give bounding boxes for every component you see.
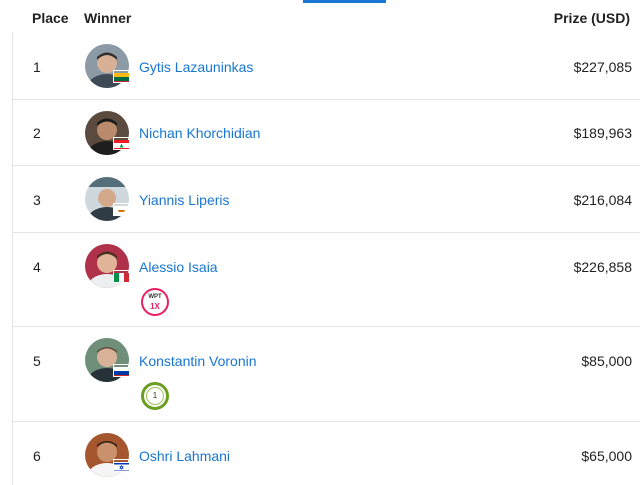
prize-cell: $226,858 [573, 259, 632, 275]
column-header-prize: Prize (USD) [553, 10, 630, 26]
table-row: 2 Nichan Khorchidian $189,963 [13, 100, 640, 166]
place-cell: 5 [33, 353, 41, 369]
flag-russia-icon [113, 364, 130, 377]
table-row: 6 Oshri Lahmani $65,000 [13, 422, 640, 485]
ring-badge-count: 1 [146, 387, 164, 405]
player-name-link[interactable]: Gytis Lazauninkas [139, 59, 253, 75]
flag-cyprus-icon [113, 203, 130, 216]
results-table: 1 Gytis Lazauninkas $227,085 2 Nichan Kh… [12, 33, 640, 485]
table-row: 5 Konstantin Voronin $85,000 1 [13, 327, 640, 422]
wpt-badge-icon[interactable]: WPT 1X [141, 288, 169, 316]
player-name-link[interactable]: Konstantin Voronin [139, 353, 257, 369]
table-row: 4 Alessio Isaia $226,858 WPT 1X [13, 233, 640, 327]
place-cell: 1 [33, 59, 41, 75]
prize-cell: $216,084 [573, 192, 632, 208]
place-cell: 4 [33, 259, 41, 275]
flag-lithuania-icon [113, 70, 130, 83]
player-name-link[interactable]: Alessio Isaia [139, 259, 218, 275]
table-row: 1 Gytis Lazauninkas $227,085 [13, 33, 640, 100]
results-table-header: Place Winner Prize (USD) [0, 0, 640, 33]
place-cell: 2 [33, 125, 41, 141]
player-name-link[interactable]: Oshri Lahmani [139, 448, 230, 464]
ring-badge-icon[interactable]: 1 [141, 382, 169, 410]
column-header-place: Place [32, 10, 69, 26]
player-name-link[interactable]: Yiannis Liperis [139, 192, 230, 208]
prize-cell: $227,085 [573, 59, 632, 75]
flag-lebanon-icon [113, 137, 130, 150]
flag-israel-icon [113, 459, 130, 472]
player-name-link[interactable]: Nichan Khorchidian [139, 125, 260, 141]
badge-line-1: WPT [148, 294, 162, 300]
place-cell: 6 [33, 448, 41, 464]
flag-italy-icon [113, 270, 130, 283]
place-cell: 3 [33, 192, 41, 208]
prize-cell: $85,000 [581, 353, 632, 369]
prize-cell: $189,963 [573, 125, 632, 141]
table-row: 3 Yiannis Liperis $216,084 [13, 166, 640, 233]
column-header-winner: Winner [84, 10, 132, 26]
badge-line-2: 1X [150, 302, 160, 311]
prize-cell: $65,000 [581, 448, 632, 464]
